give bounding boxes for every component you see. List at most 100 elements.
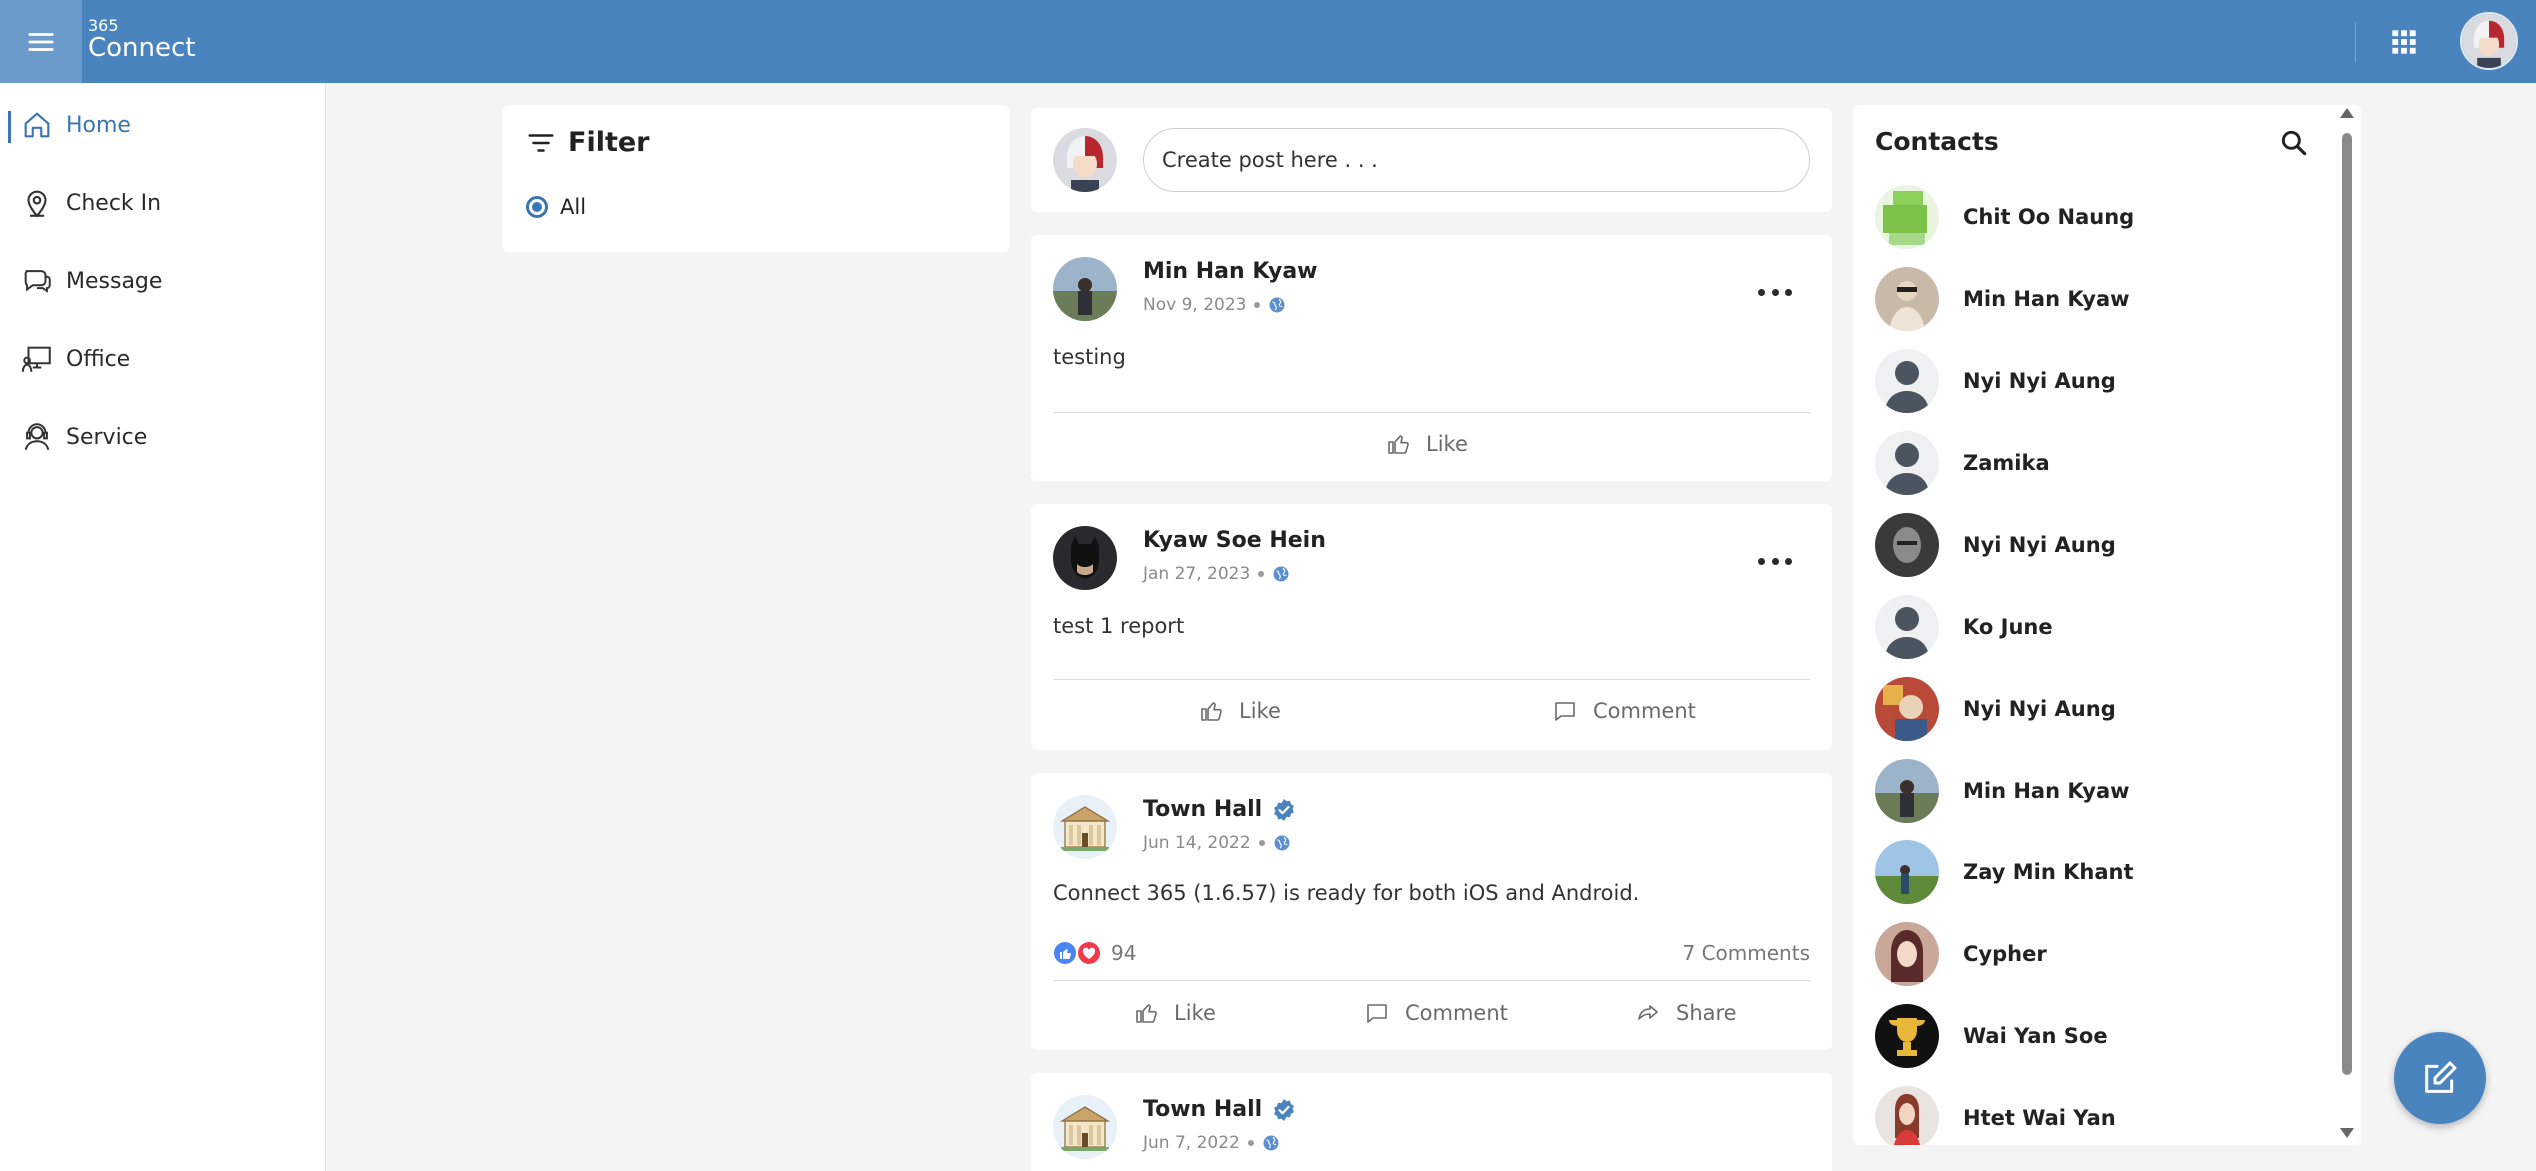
scrollbar-thumb[interactable] — [2342, 133, 2352, 1075]
contact-name: Nyi Nyi Aung — [1963, 697, 2116, 721]
contact-avatar — [1875, 1004, 1939, 1068]
post-date: Jan 27, 2023 — [1143, 564, 1251, 584]
edit-icon — [2425, 1061, 2457, 1093]
like-button[interactable]: Like — [1134, 1001, 1216, 1025]
author-name-text: Min Han Kyaw — [1143, 259, 1318, 284]
contact-item[interactable]: Nyi Nyi Aung — [1875, 511, 2116, 579]
sidebar-item-message[interactable]: Message — [0, 249, 326, 313]
post-card: Town Hall Jun 14, 2022 Connect 365 (1.6.… — [1031, 773, 1832, 1050]
post-text: testing — [1053, 345, 1126, 369]
contact-item[interactable]: Zay Min Khant — [1875, 838, 2134, 906]
contact-avatar — [1875, 1086, 1939, 1145]
contact-item[interactable]: Ko June — [1875, 593, 2053, 661]
brand-name: Connect — [88, 33, 196, 63]
radio-button[interactable] — [526, 196, 548, 218]
post-text: Connect 365 (1.6.57) is ready for both i… — [1053, 881, 1640, 905]
hamburger-menu-button[interactable] — [0, 0, 82, 83]
contact-item[interactable]: Nyi Nyi Aung — [1875, 347, 2116, 415]
post-meta: Jun 14, 2022 — [1143, 833, 1291, 853]
author-avatar[interactable] — [1053, 257, 1117, 321]
contact-item[interactable]: Min Han Kyaw — [1875, 265, 2130, 333]
like-button[interactable]: Like — [1199, 699, 1281, 723]
globe-icon — [1272, 565, 1290, 583]
like-button[interactable]: Like — [1386, 432, 1468, 456]
reactions-summary[interactable]: 94 — [1053, 941, 1136, 965]
contact-avatar — [1875, 513, 1939, 577]
filter-header: Filter — [526, 127, 650, 158]
post-meta: Jun 7, 2022 — [1143, 1133, 1280, 1153]
office-icon — [21, 346, 51, 372]
contact-name: Cypher — [1963, 942, 2047, 966]
author-name[interactable]: Kyaw Soe Hein — [1143, 528, 1326, 553]
contact-item[interactable]: Min Han Kyaw — [1875, 757, 2130, 825]
contact-item[interactable]: Nyi Nyi Aung — [1875, 675, 2116, 743]
create-post-input[interactable]: Create post here . . . — [1143, 128, 1810, 192]
apps-grid-icon[interactable] — [2390, 28, 2418, 56]
like-label: Like — [1426, 432, 1468, 456]
contact-item[interactable]: Htet Wai Yan — [1875, 1084, 2116, 1145]
contact-avatar — [1875, 185, 1939, 249]
filter-option-all[interactable]: All — [526, 195, 586, 219]
like-icon — [1199, 699, 1223, 723]
contact-name: Nyi Nyi Aung — [1963, 533, 2116, 557]
filter-title: Filter — [568, 127, 650, 158]
top-bar: 365 Connect — [0, 0, 2536, 83]
scroll-up-arrow[interactable] — [2340, 108, 2354, 118]
contact-item[interactable]: Chit Oo Naung — [1875, 183, 2134, 251]
comment-button[interactable]: Comment — [1365, 1001, 1508, 1025]
contact-name: Ko June — [1963, 615, 2053, 639]
compose-fab-button[interactable] — [2394, 1032, 2486, 1124]
contact-avatar — [1875, 349, 1939, 413]
more-options-button[interactable] — [1758, 285, 1792, 299]
contact-item[interactable]: Zamika — [1875, 429, 2050, 497]
contact-avatar — [1875, 922, 1939, 986]
comment-button[interactable]: Comment — [1553, 699, 1696, 723]
contact-avatar — [1875, 759, 1939, 823]
contact-avatar — [1875, 677, 1939, 741]
user-avatar[interactable] — [2460, 12, 2518, 70]
author-name[interactable]: Town Hall — [1143, 1097, 1296, 1122]
share-button[interactable]: Share — [1636, 1001, 1737, 1025]
contact-name: Chit Oo Naung — [1963, 205, 2135, 229]
sidebar-item-home[interactable]: Home — [0, 93, 326, 157]
divider — [1053, 412, 1810, 413]
contact-name: Wai Yan Soe — [1963, 1024, 2108, 1048]
hamburger-icon — [28, 32, 54, 51]
comments-count-link[interactable]: 7 Comments — [1683, 941, 1811, 965]
contact-name: Nyi Nyi Aung — [1963, 369, 2116, 393]
author-name[interactable]: Town Hall — [1143, 797, 1296, 822]
brand-logo[interactable]: 365 Connect — [88, 16, 196, 63]
sidebar-item-service[interactable]: Service — [0, 405, 326, 469]
like-icon — [1134, 1001, 1158, 1025]
sidebar-item-label: Check In — [66, 190, 162, 216]
author-name-text: Town Hall — [1143, 1097, 1263, 1122]
post-card: Kyaw Soe Hein Jan 27, 2023 test 1 report… — [1031, 504, 1832, 750]
contact-item[interactable]: Wai Yan Soe — [1875, 1002, 2108, 1070]
brand-small-text: 365 — [88, 16, 119, 35]
reaction-count: 94 — [1111, 941, 1137, 965]
sidebar-item-label: Office — [66, 346, 131, 372]
sidebar-item-check-in[interactable]: Check In — [0, 171, 326, 235]
comment-label: Comment — [1405, 1001, 1508, 1025]
author-avatar[interactable] — [1053, 526, 1117, 590]
sidebar-item-office[interactable]: Office — [0, 327, 326, 391]
home-icon — [24, 112, 50, 138]
location-pin-icon — [27, 190, 47, 218]
meta-separator — [1258, 571, 1265, 577]
comment-icon — [1365, 1001, 1389, 1025]
author-avatar[interactable] — [1053, 1095, 1117, 1159]
contact-item[interactable]: Cypher — [1875, 920, 2047, 988]
chat-bubbles-icon — [24, 270, 51, 293]
author-avatar[interactable] — [1053, 795, 1117, 859]
post-meta: Nov 9, 2023 — [1143, 295, 1286, 315]
contact-avatar — [1875, 267, 1939, 331]
verified-badge-icon — [1272, 1098, 1296, 1122]
meta-separator — [1258, 840, 1265, 846]
search-icon[interactable] — [2278, 127, 2310, 159]
composer-avatar — [1053, 128, 1117, 192]
scroll-down-arrow[interactable] — [2340, 1128, 2354, 1138]
post-date: Jun 7, 2022 — [1143, 1133, 1240, 1153]
more-options-button[interactable] — [1758, 554, 1792, 568]
author-name[interactable]: Min Han Kyaw — [1143, 259, 1318, 284]
post-text: test 1 report — [1053, 614, 1185, 638]
